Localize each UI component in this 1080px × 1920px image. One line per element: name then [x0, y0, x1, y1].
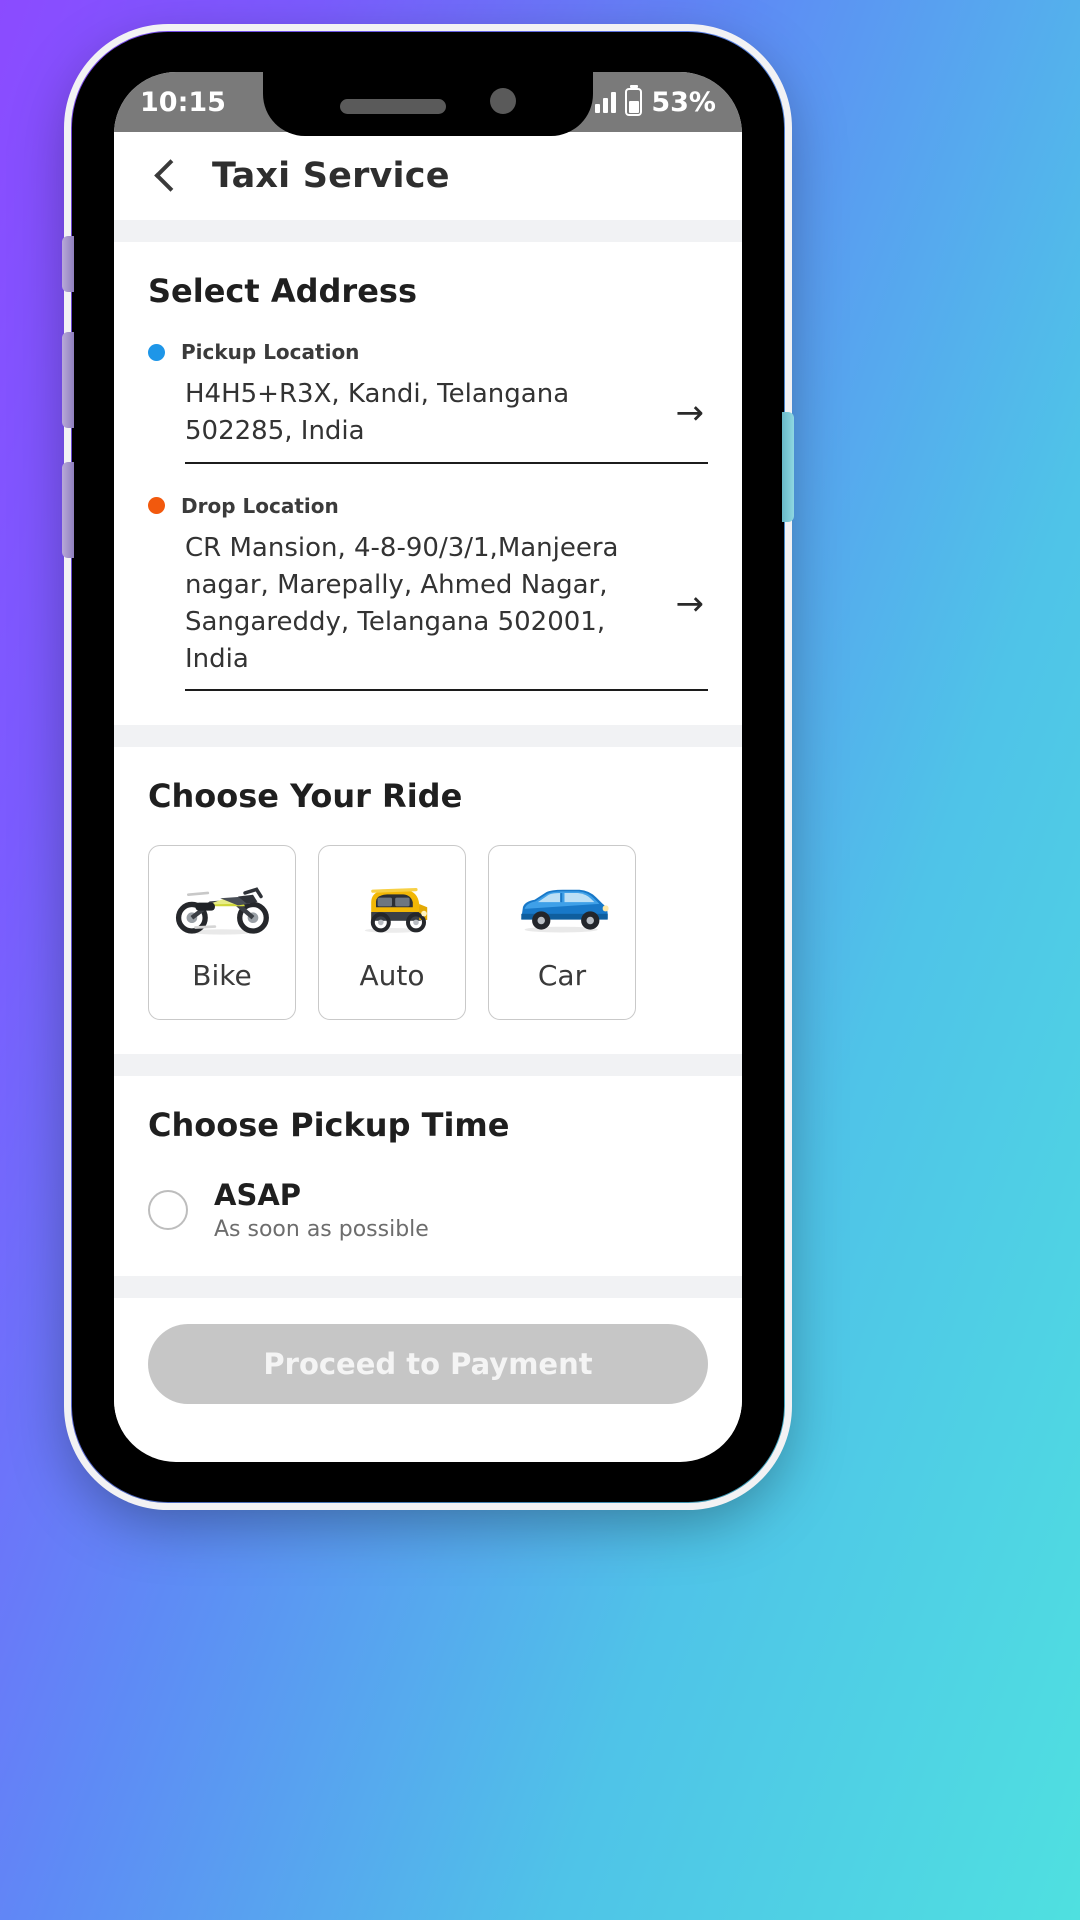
ride-options-scroller[interactable]: Bike Auto Car — [148, 845, 708, 1021]
pickup-location-label: Pickup Location — [181, 340, 360, 364]
ride-option-auto-label: Auto — [359, 959, 425, 993]
auto-rickshaw-icon — [338, 873, 446, 943]
phone-volume-up-button[interactable] — [62, 332, 74, 428]
drop-location-label: Drop Location — [181, 493, 339, 518]
ride-option-car[interactable]: Car — [488, 845, 636, 1021]
ride-option-bike-label: Bike — [192, 959, 252, 993]
phone-power-button[interactable] — [782, 412, 794, 522]
ride-option-auto[interactable]: Auto — [318, 845, 466, 1021]
asap-sublabel: As soon as possible — [214, 1217, 429, 1243]
choose-pickup-time-card: Choose Pickup Time ASAP As soon as possi… — [114, 1076, 742, 1277]
section-divider — [114, 725, 742, 748]
pickup-dot-icon — [148, 343, 165, 361]
pickup-arrow-icon[interactable]: → — [676, 396, 709, 430]
ride-option-bike[interactable]: Bike — [148, 845, 296, 1021]
choose-ride-title: Choose Your Ride — [148, 777, 463, 816]
proceed-to-payment-button[interactable]: Proceed to Payment — [148, 1324, 708, 1405]
asap-radio-button[interactable] — [148, 1190, 188, 1231]
section-divider — [114, 220, 742, 242]
drop-label-row: Drop Location — [148, 494, 708, 518]
phone-screen: 10:15 53% Taxi Service Select Address Pi… — [114, 72, 742, 1462]
battery-icon — [625, 88, 643, 116]
front-camera-icon — [490, 88, 516, 114]
signal-bars-icon — [595, 91, 617, 113]
status-bar-clock: 10:15 — [140, 86, 226, 118]
car-icon — [508, 873, 616, 943]
status-bar-left: 10:15 — [140, 87, 226, 118]
footer-bar: Proceed to Payment — [114, 1298, 742, 1439]
app-header: Taxi Service — [114, 132, 742, 220]
select-address-title: Select Address — [148, 272, 417, 310]
motorcycle-icon — [168, 873, 276, 943]
drop-location-value: CR Mansion, 4-8-90/3/1,Manjeera nagar, M… — [185, 532, 619, 674]
status-bar-right: 53% — [595, 87, 716, 118]
section-divider — [114, 1054, 742, 1077]
asap-label: ASAP — [214, 1178, 302, 1213]
pickup-location-value: H4H5+R3X, Kandi, Telangana 502285, India — [185, 379, 570, 446]
display-notch — [263, 72, 593, 136]
status-bar: 10:15 53% — [114, 72, 742, 136]
pickup-time-option-asap[interactable]: ASAP As soon as possible — [148, 1178, 708, 1242]
drop-dot-icon — [148, 497, 165, 515]
section-divider — [114, 1276, 742, 1299]
pickup-label-row: Pickup Location — [148, 340, 708, 364]
asap-text-group: ASAP As soon as possible — [214, 1178, 429, 1242]
pickup-location-field[interactable]: H4H5+R3X, Kandi, Telangana 502285, India… — [185, 376, 708, 464]
drop-location-field[interactable]: CR Mansion, 4-8-90/3/1,Manjeera nagar, M… — [185, 530, 708, 692]
drop-location-block: Drop Location CR Mansion, 4-8-90/3/1,Man… — [148, 494, 708, 692]
choose-pickup-time-title: Choose Pickup Time — [148, 1106, 510, 1145]
phone-mockup: 10:15 53% Taxi Service Select Address Pi… — [62, 24, 794, 1510]
phone-volume-down-button[interactable] — [62, 462, 74, 558]
choose-ride-card: Choose Your Ride Bike Auto Car — [114, 747, 742, 1055]
page-title: Taxi Service — [212, 156, 450, 196]
pickup-location-block: Pickup Location H4H5+R3X, Kandi, Telanga… — [148, 340, 708, 464]
select-address-card: Select Address Pickup Location H4H5+R3X,… — [114, 242, 742, 726]
ride-option-car-label: Car — [537, 959, 587, 993]
phone-mute-button[interactable] — [62, 236, 74, 292]
back-chevron-icon[interactable] — [148, 159, 182, 193]
battery-percent-label: 53% — [651, 86, 716, 118]
earpiece-speaker-icon — [340, 99, 446, 114]
drop-arrow-icon[interactable]: → — [676, 587, 709, 621]
